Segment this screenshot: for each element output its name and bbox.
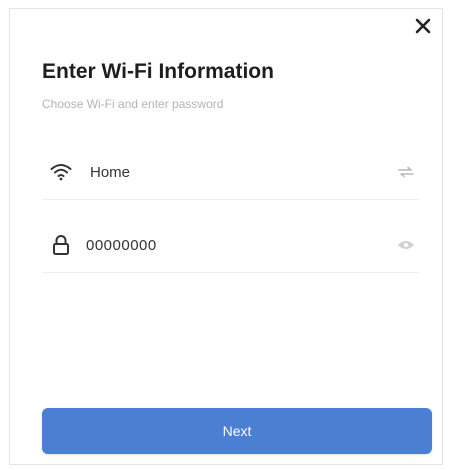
dialog-subtitle: Choose Wi-Fi and enter password xyxy=(42,97,224,111)
close-button[interactable] xyxy=(410,15,436,41)
password-input-row[interactable]: 00000000 xyxy=(42,218,420,273)
next-button[interactable]: Next xyxy=(42,408,432,454)
switch-network-icon[interactable] xyxy=(394,160,418,184)
eye-icon[interactable] xyxy=(394,233,418,257)
close-icon xyxy=(415,18,431,39)
password-field[interactable]: 00000000 xyxy=(86,237,394,254)
wifi-icon xyxy=(48,159,74,185)
lock-icon xyxy=(48,232,74,258)
wifi-setup-dialog: Enter Wi-Fi Information Choose Wi-Fi and… xyxy=(9,8,443,465)
dialog-title: Enter Wi-Fi Information xyxy=(42,60,274,83)
wifi-network-name: Home xyxy=(90,163,131,181)
wifi-select-row[interactable]: Home xyxy=(42,145,420,200)
